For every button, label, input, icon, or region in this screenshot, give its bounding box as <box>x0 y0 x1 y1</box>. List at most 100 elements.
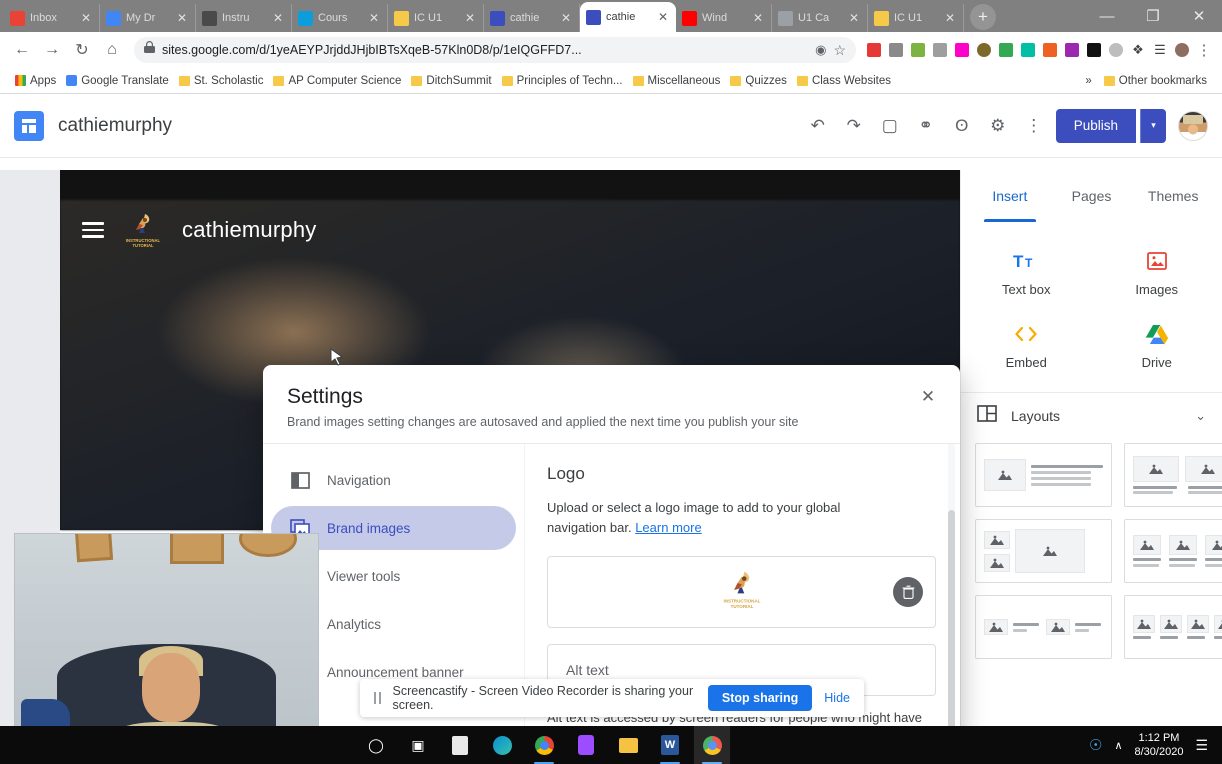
add-editor-icon[interactable]: ʘ <box>944 108 980 144</box>
close-window-button[interactable]: ✕ <box>1176 0 1222 32</box>
browser-tab[interactable]: IC U1 ✕ <box>388 4 484 32</box>
learn-more-link[interactable]: Learn more <box>635 520 701 535</box>
shield-icon[interactable] <box>974 40 994 60</box>
browser-tab[interactable]: cathie ✕ <box>484 4 580 32</box>
insert-item-embed[interactable]: Embed <box>961 309 1092 382</box>
task-view-icon[interactable]: ▣ <box>406 733 430 757</box>
bars-icon[interactable] <box>908 40 928 60</box>
logo-preview-box[interactable]: INSTRUCTIONAL TUTORIAL <box>547 556 936 628</box>
chrome-icon[interactable] <box>532 733 556 764</box>
settings-nav-item-navigation[interactable]: Navigation <box>271 458 516 502</box>
circle-icon[interactable] <box>1106 40 1126 60</box>
reload-button[interactable]: ↻ <box>68 36 96 64</box>
browser-tab[interactable]: cathie ✕ <box>580 2 676 32</box>
settings-icon[interactable]: ⚙ <box>980 108 1016 144</box>
back-button[interactable]: ← <box>8 36 36 64</box>
close-tab-button[interactable]: ✕ <box>656 11 670 23</box>
maximize-button[interactable]: ❐ <box>1130 0 1176 32</box>
delete-logo-icon[interactable] <box>893 577 923 607</box>
insert-item-drive[interactable]: Drive <box>1092 309 1222 382</box>
tab-insert[interactable]: Insert <box>969 170 1051 222</box>
layout-option[interactable] <box>1124 519 1222 583</box>
profile-icon[interactable] <box>1172 40 1192 60</box>
drive-icon[interactable] <box>996 40 1016 60</box>
stop-sharing-button[interactable]: Stop sharing <box>707 685 813 711</box>
bookmark-item[interactable]: Google Translate <box>61 73 174 89</box>
tab-themes[interactable]: Themes <box>1132 170 1214 222</box>
address-bar[interactable]: sites.google.com/d/1yeAEYPJrjddJHjbIBTsX… <box>134 37 856 63</box>
close-tab-button[interactable]: ✕ <box>463 12 477 24</box>
chevron-up-icon[interactable]: ∧ <box>1114 739 1122 752</box>
layout-option[interactable] <box>975 443 1112 507</box>
bookmark-item[interactable]: Principles of Techn... <box>497 73 628 89</box>
save-icon[interactable] <box>930 40 950 60</box>
bitly-icon[interactable] <box>1040 40 1060 60</box>
cherry-icon[interactable] <box>864 40 884 60</box>
layout-option[interactable] <box>975 595 1112 659</box>
preview-icon[interactable]: ▢ <box>872 108 908 144</box>
hamburger-menu-icon[interactable] <box>82 218 104 242</box>
layout-option[interactable] <box>975 519 1112 583</box>
pause-icon[interactable] <box>374 692 381 704</box>
undo-icon[interactable]: ↶ <box>800 108 836 144</box>
insert-item-images[interactable]: Images <box>1092 236 1222 309</box>
cortana-icon[interactable]: ◯ <box>364 733 388 757</box>
bookmark-item[interactable]: Quizzes <box>725 73 792 89</box>
minimize-button[interactable]: — <box>1084 0 1130 32</box>
flipgrid-icon[interactable] <box>574 733 598 757</box>
browser-tab[interactable]: Wind ✕ <box>676 4 772 32</box>
microsoft-store-icon[interactable] <box>448 733 472 757</box>
three-dot-menu-icon[interactable]: ⋮ <box>1194 40 1214 60</box>
publish-button[interactable]: Publish <box>1055 108 1136 143</box>
browser-tab[interactable]: Inbox ✕ <box>4 4 100 32</box>
dialog-scrollbar-thumb[interactable] <box>948 510 955 762</box>
emoji-icon[interactable] <box>1018 40 1038 60</box>
forward-button[interactable]: → <box>38 36 66 64</box>
close-tab-button[interactable]: ✕ <box>559 12 573 24</box>
playlist-icon[interactable]: ☰ <box>1150 40 1170 60</box>
help-circle-icon[interactable]: ☉ <box>1089 736 1102 754</box>
tab-pages[interactable]: Pages <box>1051 170 1133 222</box>
layout-option[interactable] <box>1124 595 1222 659</box>
bookmark-item[interactable]: St. Scholastic <box>174 73 269 89</box>
chevron-down-icon[interactable]: ⌄ <box>1195 408 1206 424</box>
other-bookmarks-folder[interactable]: Other bookmarks <box>1099 73 1212 89</box>
close-tab-button[interactable]: ✕ <box>79 12 93 24</box>
avatar[interactable] <box>1178 110 1208 141</box>
layout-option[interactable] <box>1124 443 1222 507</box>
browser-tab[interactable]: Instru ✕ <box>196 4 292 32</box>
layouts-section-header[interactable]: Layouts ⌄ <box>961 392 1222 439</box>
browser-tab[interactable]: IC U1 ✕ <box>868 4 964 32</box>
file-explorer-icon[interactable] <box>616 733 640 757</box>
close-tab-button[interactable]: ✕ <box>175 12 189 24</box>
new-tab-button[interactable]: + <box>970 4 996 30</box>
close-tab-button[interactable]: ✕ <box>751 12 765 24</box>
more-icon[interactable]: ⋮ <box>1016 108 1052 144</box>
google-sites-icon[interactable] <box>14 110 44 141</box>
puzzle-icon[interactable]: ❖ <box>1128 40 1148 60</box>
browser-tab[interactable]: Cours ✕ <box>292 4 388 32</box>
close-tab-button[interactable]: ✕ <box>271 12 285 24</box>
insert-item-text-box[interactable]: T T Text box <box>961 236 1092 309</box>
chrome-icon[interactable] <box>694 726 730 764</box>
hide-bar-button[interactable]: Hide <box>824 691 850 705</box>
redo-icon[interactable]: ↷ <box>836 108 872 144</box>
close-tab-button[interactable]: ✕ <box>943 12 957 24</box>
home-button[interactable]: ⌂ <box>98 36 126 64</box>
bookmark-item[interactable]: Apps <box>10 73 61 89</box>
bookmark-item[interactable]: Miscellaneous <box>628 73 726 89</box>
close-icon[interactable]: ✕ <box>914 383 942 411</box>
word-icon[interactable]: W <box>658 733 682 764</box>
browser-tab[interactable]: U1 Ca ✕ <box>772 4 868 32</box>
pink-square-icon[interactable] <box>952 40 972 60</box>
clock[interactable]: 1:12 PM 8/30/2020 <box>1135 731 1184 759</box>
camera-blocked-icon[interactable]: ◉ <box>815 42 826 58</box>
bookmarks-overflow-button[interactable]: » <box>1080 73 1096 89</box>
close-tab-button[interactable]: ✕ <box>367 12 381 24</box>
m-icon[interactable] <box>1062 40 1082 60</box>
browser-tab[interactable]: My Dr ✕ <box>100 4 196 32</box>
bookmark-item[interactable]: AP Computer Science <box>268 73 406 89</box>
bookmark-item[interactable]: DitchSummit <box>406 73 496 89</box>
black-square-icon[interactable] <box>1084 40 1104 60</box>
screencastify-icon[interactable] <box>886 40 906 60</box>
